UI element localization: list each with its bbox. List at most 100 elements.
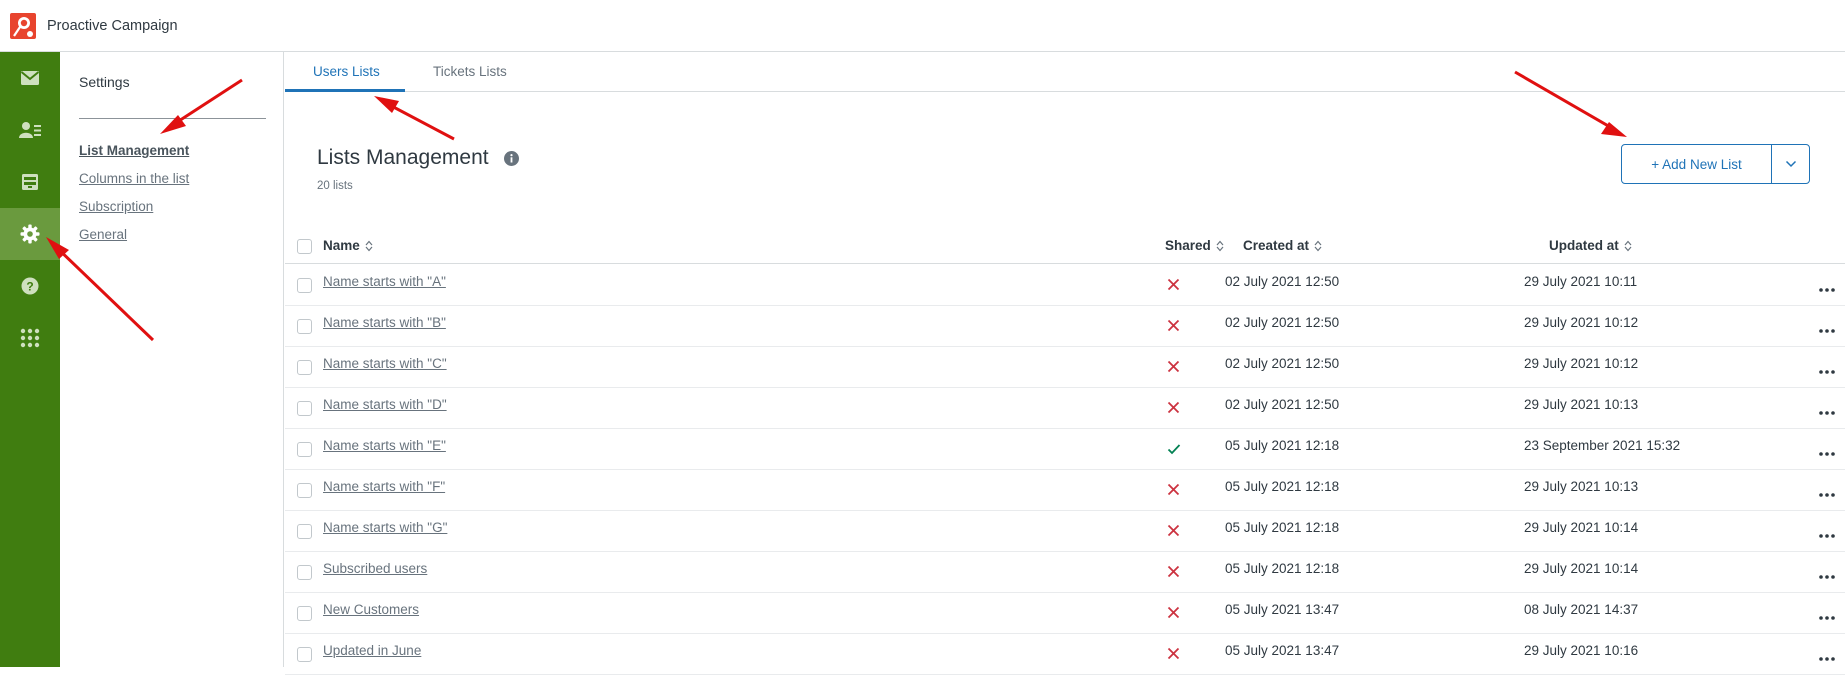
info-icon[interactable] bbox=[504, 151, 519, 166]
table-row: Name starts with "B" 02 July 2021 12:50 29… bbox=[285, 306, 1845, 347]
sidebar-title: Settings bbox=[79, 74, 130, 90]
more-options-icon[interactable] bbox=[1819, 320, 1835, 338]
more-options-icon[interactable] bbox=[1819, 484, 1835, 502]
table-row: New Customers 05 July 2021 13:47 08 July 2… bbox=[285, 593, 1845, 634]
created-at-cell: 05 July 2021 12:18 bbox=[1225, 561, 1340, 576]
contacts-icon bbox=[19, 122, 41, 138]
created-at-cell: 05 July 2021 12:18 bbox=[1225, 520, 1340, 535]
column-header-created[interactable]: Created at bbox=[1243, 238, 1322, 253]
list-name-link[interactable]: Name starts with "E" bbox=[323, 438, 446, 453]
tab-tickets-lists[interactable]: Tickets Lists bbox=[433, 64, 507, 79]
rail-apps[interactable] bbox=[0, 312, 60, 364]
updated-at-cell: 08 July 2021 14:37 bbox=[1524, 602, 1639, 617]
created-at-cell: 02 July 2021 12:50 bbox=[1225, 397, 1340, 412]
list-name-link[interactable]: Name starts with "B" bbox=[323, 315, 446, 330]
not-shared-x-icon bbox=[1167, 565, 1180, 583]
table-row: Name starts with "G" 05 July 2021 12:18 29… bbox=[285, 511, 1845, 552]
more-options-icon[interactable] bbox=[1819, 402, 1835, 420]
app-logo bbox=[10, 12, 36, 39]
row-checkbox[interactable] bbox=[297, 565, 312, 580]
list-name-link[interactable]: New Customers bbox=[323, 602, 419, 617]
more-options-icon[interactable] bbox=[1819, 648, 1835, 666]
list-name-link[interactable]: Name starts with "D" bbox=[323, 397, 447, 412]
not-shared-x-icon bbox=[1167, 483, 1180, 501]
created-at-cell: 05 July 2021 13:47 bbox=[1225, 602, 1340, 617]
tab-users-lists[interactable]: Users Lists bbox=[313, 64, 380, 79]
archive-icon bbox=[22, 174, 38, 190]
list-name-link[interactable]: Subscribed users bbox=[323, 561, 427, 576]
updated-at-cell: 23 September 2021 15:32 bbox=[1524, 438, 1681, 453]
not-shared-x-icon bbox=[1167, 360, 1180, 378]
chevron-down-icon bbox=[1785, 160, 1796, 168]
table-row: Name starts with "F" 05 July 2021 12:18 29… bbox=[285, 470, 1845, 511]
row-checkbox[interactable] bbox=[297, 483, 312, 498]
created-at-cell: 02 July 2021 12:50 bbox=[1225, 315, 1340, 330]
not-shared-x-icon bbox=[1167, 647, 1180, 665]
list-name-link[interactable]: Name starts with "A" bbox=[323, 274, 446, 289]
sidebar-link-list-management[interactable]: List Management bbox=[79, 143, 189, 158]
rail-contacts[interactable] bbox=[0, 104, 60, 156]
sort-icon bbox=[1216, 240, 1224, 251]
not-shared-x-icon bbox=[1167, 606, 1180, 624]
page-title: Lists Management bbox=[317, 146, 489, 169]
column-header-shared[interactable]: Shared bbox=[1165, 238, 1224, 253]
row-checkbox[interactable] bbox=[297, 647, 312, 662]
more-options-icon[interactable] bbox=[1819, 361, 1835, 379]
more-options-icon[interactable] bbox=[1819, 279, 1835, 297]
rail-archive[interactable] bbox=[0, 156, 60, 208]
row-checkbox[interactable] bbox=[297, 319, 312, 334]
add-new-list-button[interactable]: + Add New List bbox=[1621, 144, 1772, 184]
row-checkbox[interactable] bbox=[297, 278, 312, 293]
table-row: Updated in June 05 July 2021 13:47 29 July… bbox=[285, 634, 1845, 675]
sidebar-divider bbox=[79, 118, 266, 119]
sidebar-link-subscription[interactable]: Subscription bbox=[79, 199, 153, 214]
updated-at-cell: 29 July 2021 10:14 bbox=[1524, 561, 1639, 576]
created-at-cell: 02 July 2021 12:50 bbox=[1225, 356, 1340, 371]
sort-icon bbox=[1314, 240, 1322, 251]
add-list-dropdown-button[interactable] bbox=[1771, 144, 1810, 184]
updated-at-cell: 29 July 2021 10:11 bbox=[1524, 274, 1638, 289]
column-header-name[interactable]: Name bbox=[323, 238, 373, 253]
rail-mail[interactable] bbox=[0, 52, 60, 104]
mail-icon bbox=[20, 71, 40, 85]
table-row: Name starts with "A" 02 July 2021 12:50 29… bbox=[285, 265, 1845, 306]
row-checkbox[interactable] bbox=[297, 360, 312, 375]
sidebar-link-columns[interactable]: Columns in the list bbox=[79, 171, 189, 186]
column-header-updated-label: Updated at bbox=[1549, 238, 1619, 253]
select-all-checkbox[interactable] bbox=[297, 239, 312, 254]
row-checkbox[interactable] bbox=[297, 442, 312, 457]
more-options-icon[interactable] bbox=[1819, 566, 1835, 584]
sort-icon bbox=[365, 240, 373, 251]
updated-at-cell: 29 July 2021 10:16 bbox=[1524, 643, 1639, 658]
not-shared-x-icon bbox=[1167, 524, 1180, 542]
list-name-link[interactable]: Name starts with "G" bbox=[323, 520, 447, 535]
apps-grid-icon bbox=[20, 328, 40, 348]
more-options-icon[interactable] bbox=[1819, 607, 1835, 625]
list-name-link[interactable]: Name starts with "C" bbox=[323, 356, 447, 371]
not-shared-x-icon bbox=[1167, 278, 1180, 296]
created-at-cell: 05 July 2021 13:47 bbox=[1225, 643, 1340, 658]
row-checkbox[interactable] bbox=[297, 606, 312, 621]
list-name-link[interactable]: Updated in June bbox=[323, 643, 421, 658]
table-row: Name starts with "E" 05 July 2021 12:18 23… bbox=[285, 429, 1845, 470]
column-header-updated[interactable]: Updated at bbox=[1549, 238, 1632, 253]
rail-help[interactable]: ? bbox=[0, 260, 60, 312]
sort-icon bbox=[1624, 240, 1632, 251]
updated-at-cell: 29 July 2021 10:13 bbox=[1524, 479, 1639, 494]
rail-settings[interactable] bbox=[0, 208, 60, 260]
updated-at-cell: 29 July 2021 10:14 bbox=[1524, 520, 1639, 535]
row-checkbox[interactable] bbox=[297, 524, 312, 539]
more-options-icon[interactable] bbox=[1819, 525, 1835, 543]
top-bar: Proactive Campaign bbox=[0, 0, 1845, 52]
table-row: Subscribed users 05 July 2021 12:18 29 Jul… bbox=[285, 552, 1845, 593]
main-content: Users Lists Tickets Lists Lists Manageme… bbox=[285, 52, 1845, 675]
created-at-cell: 05 July 2021 12:18 bbox=[1225, 438, 1340, 453]
list-count: 20 lists bbox=[317, 180, 353, 192]
gear-icon bbox=[20, 224, 40, 244]
updated-at-cell: 29 July 2021 10:12 bbox=[1524, 315, 1639, 330]
row-checkbox[interactable] bbox=[297, 401, 312, 416]
list-name-link[interactable]: Name starts with "F" bbox=[323, 479, 445, 494]
table-row: Name starts with "D" 02 July 2021 12:50 29… bbox=[285, 388, 1845, 429]
sidebar-link-general[interactable]: General bbox=[79, 227, 127, 242]
more-options-icon[interactable] bbox=[1819, 443, 1835, 461]
